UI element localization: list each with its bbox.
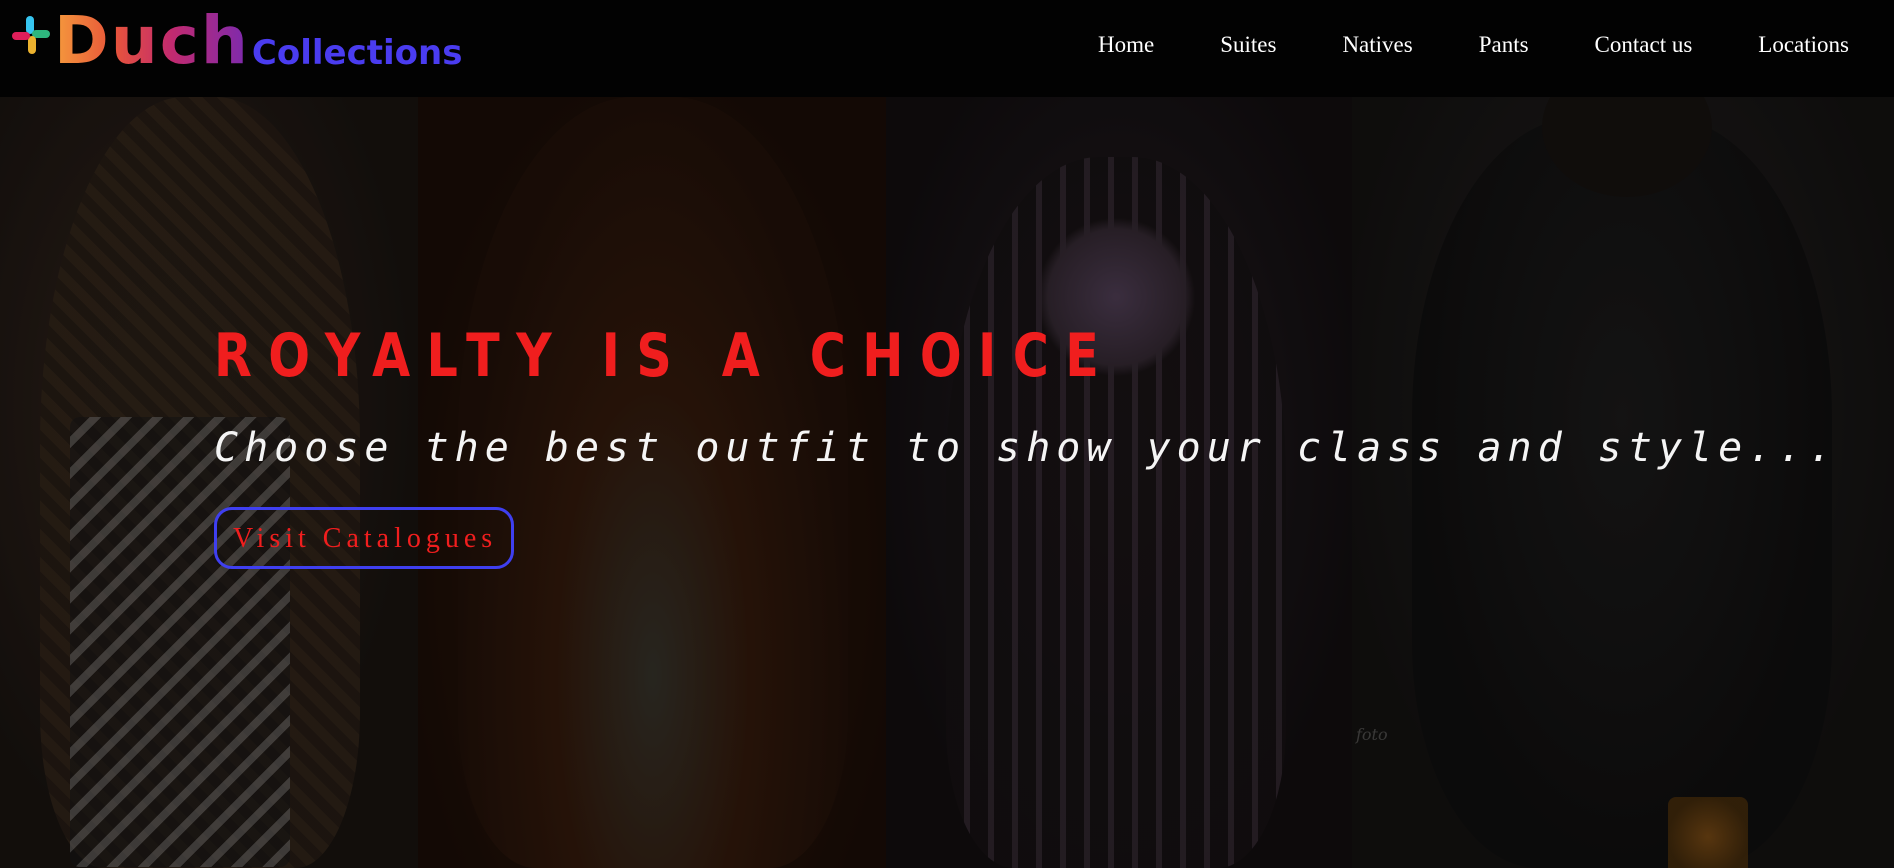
top-navbar: Duch Collections Home Suites Natives Pan… — [0, 0, 1894, 97]
logo-hash-icon — [12, 16, 50, 54]
nav-locations[interactable]: Locations — [1758, 32, 1849, 58]
brand-logo[interactable]: Duch Collections — [12, 6, 462, 76]
hero-content: ROYALTY IS A CHOICE Choose the best outf… — [214, 321, 1838, 569]
hero-banner: foto ROYALTY IS A CHOICE Choose the best… — [0, 97, 1894, 868]
nav-contact-us[interactable]: Contact us — [1595, 32, 1693, 58]
brand-subtitle: Collections — [251, 33, 463, 73]
photo-watermark: foto — [1356, 725, 1388, 744]
visit-catalogues-button[interactable]: Visit Catalogues — [214, 507, 515, 569]
main-nav: Home Suites Natives Pants Contact us Loc… — [1032, 32, 1849, 58]
nav-home[interactable]: Home — [1098, 32, 1154, 58]
hero-subline: Choose the best outfit to show your clas… — [214, 425, 1839, 471]
nav-suites[interactable]: Suites — [1220, 32, 1276, 58]
nav-pants[interactable]: Pants — [1479, 32, 1529, 58]
nav-natives[interactable]: Natives — [1342, 32, 1412, 58]
hero-headline: ROYALTY IS A CHOICE — [214, 321, 1116, 391]
photo-badge — [1668, 797, 1748, 868]
brand-name: Duch — [54, 2, 250, 79]
